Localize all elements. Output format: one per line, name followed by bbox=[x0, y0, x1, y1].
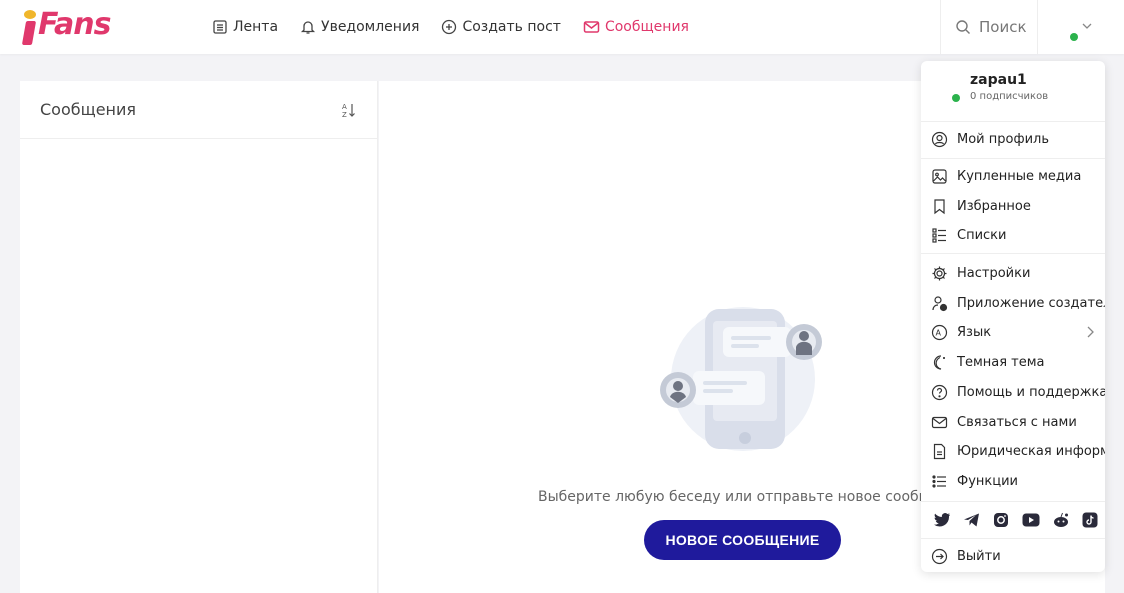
menu-item-label: Избранное bbox=[957, 198, 1031, 214]
menu-item-label: Мой профиль bbox=[957, 131, 1049, 147]
menu-item-label: Настройки bbox=[957, 265, 1031, 281]
nav-item-create-post[interactable]: Создать пост bbox=[441, 19, 561, 35]
nav-label: Уведомления bbox=[321, 19, 420, 35]
menu-item-label: Темная тема bbox=[957, 354, 1045, 370]
language-icon: A bbox=[931, 324, 948, 340]
sort-icon[interactable]: A Z bbox=[341, 101, 357, 119]
menu-item-language[interactable]: A Язык bbox=[921, 318, 1105, 346]
svg-text:A: A bbox=[936, 328, 942, 337]
nav-label: Лента bbox=[233, 19, 279, 35]
svg-text:Z: Z bbox=[342, 111, 347, 119]
username: zapau1 bbox=[970, 72, 1027, 88]
menu-item-settings[interactable]: Настройки bbox=[921, 259, 1105, 287]
menu-item-contact[interactable]: Связаться с нами bbox=[921, 408, 1105, 436]
menu-item-label: Списки bbox=[957, 227, 1007, 243]
nav-label: Создать пост bbox=[462, 19, 561, 35]
document-icon bbox=[933, 443, 946, 459]
social-links bbox=[921, 506, 1105, 534]
online-status-dot bbox=[952, 94, 960, 102]
menu-divider bbox=[921, 501, 1105, 502]
bell-icon bbox=[300, 21, 316, 34]
online-status-dot bbox=[1070, 33, 1078, 41]
menu-item-label: Купленные медиа bbox=[957, 168, 1082, 184]
nav-label: Сообщения bbox=[604, 19, 689, 35]
menu-item-label: Выйти bbox=[957, 548, 1001, 564]
menu-item-favorites[interactable]: Избранное bbox=[921, 192, 1105, 220]
reddit-icon[interactable] bbox=[1046, 510, 1076, 530]
logo[interactable]: Fans bbox=[20, 7, 116, 45]
menu-item-label: Связаться с нами bbox=[957, 414, 1077, 430]
instagram-icon[interactable] bbox=[986, 510, 1016, 530]
menu-item-lists[interactable]: Списки bbox=[921, 221, 1105, 249]
chevron-down-icon bbox=[1082, 23, 1092, 29]
moon-icon bbox=[933, 354, 945, 370]
youtube-icon[interactable] bbox=[1016, 510, 1046, 530]
menu-item-profile[interactable]: Мой профиль bbox=[921, 125, 1105, 153]
profile-icon bbox=[931, 131, 948, 147]
search-icon bbox=[956, 20, 970, 34]
menu-item-creator-app[interactable]: Приложение создателя bbox=[921, 289, 1105, 317]
logout-icon bbox=[931, 548, 948, 564]
logo-text: Fans bbox=[38, 7, 112, 42]
tiktok-icon[interactable] bbox=[1075, 510, 1105, 530]
empty-state-text: Выберите любую беседу или отправьте ново… bbox=[538, 489, 968, 505]
user-menu-toggle[interactable] bbox=[1037, 0, 1124, 54]
list-icon bbox=[932, 227, 946, 243]
nav-item-messages[interactable]: Сообщения bbox=[583, 19, 689, 35]
menu-item-logout[interactable]: Выйти bbox=[921, 542, 1105, 570]
search-button[interactable]: Поиск bbox=[940, 0, 1037, 54]
menu-divider bbox=[921, 253, 1105, 254]
menu-item-features[interactable]: Функции bbox=[921, 467, 1105, 495]
envelope-icon bbox=[583, 21, 600, 33]
feed-icon bbox=[213, 20, 227, 34]
new-message-button[interactable]: НОВОЕ СООБЩЕНИЕ bbox=[644, 520, 841, 560]
telegram-icon[interactable] bbox=[957, 510, 987, 530]
creator-app-icon bbox=[932, 295, 948, 311]
nav-item-feed[interactable]: Лента bbox=[212, 19, 278, 35]
bookmark-icon bbox=[934, 198, 945, 214]
menu-item-label: Функции bbox=[957, 473, 1018, 489]
media-icon bbox=[932, 168, 947, 184]
logo-dot bbox=[24, 10, 36, 19]
nav-item-notifications[interactable]: Уведомления bbox=[300, 19, 419, 35]
plus-circle-icon bbox=[442, 19, 457, 35]
menu-item-label: Язык bbox=[957, 324, 992, 340]
menu-divider bbox=[921, 538, 1105, 539]
menu-item-purchased-media[interactable]: Купленные медиа bbox=[921, 162, 1105, 190]
user-dropdown-menu: zapau1 0 подписчиков Мой профиль Купленн… bbox=[921, 61, 1105, 572]
logo-bar bbox=[21, 21, 37, 45]
menu-item-label: Помощь и поддержка bbox=[957, 384, 1105, 400]
conversations-panel: Сообщения A Z bbox=[20, 81, 378, 593]
top-header: Fans Лента Уведомления Создать пост Сооб… bbox=[0, 0, 1124, 54]
conversations-header: Сообщения A Z bbox=[20, 81, 377, 139]
twitter-icon[interactable] bbox=[927, 510, 957, 530]
chevron-right-icon bbox=[1087, 326, 1094, 338]
menu-item-legal[interactable]: Юридическая информация bbox=[921, 437, 1105, 465]
mail-icon bbox=[931, 416, 948, 428]
dropdown-user-info[interactable]: zapau1 0 подписчиков bbox=[921, 61, 1105, 122]
menu-item-dark-theme[interactable]: Темная тема bbox=[921, 348, 1105, 376]
followers-count: 0 подписчиков bbox=[970, 91, 1049, 102]
menu-item-label: Приложение создателя bbox=[957, 295, 1105, 311]
menu-item-label: Юридическая информация bbox=[957, 443, 1105, 459]
search-label: Поиск bbox=[979, 18, 1027, 36]
main-nav: Лента Уведомления Создать пост Сообщения bbox=[212, 0, 711, 54]
features-icon bbox=[932, 474, 946, 488]
conversations-title: Сообщения bbox=[40, 100, 137, 119]
svg-text:A: A bbox=[342, 103, 347, 111]
help-icon bbox=[931, 384, 948, 400]
chat-illustration bbox=[660, 307, 822, 451]
menu-item-help[interactable]: Помощь и поддержка bbox=[921, 378, 1105, 406]
menu-divider bbox=[921, 158, 1105, 159]
gear-icon bbox=[932, 266, 947, 280]
